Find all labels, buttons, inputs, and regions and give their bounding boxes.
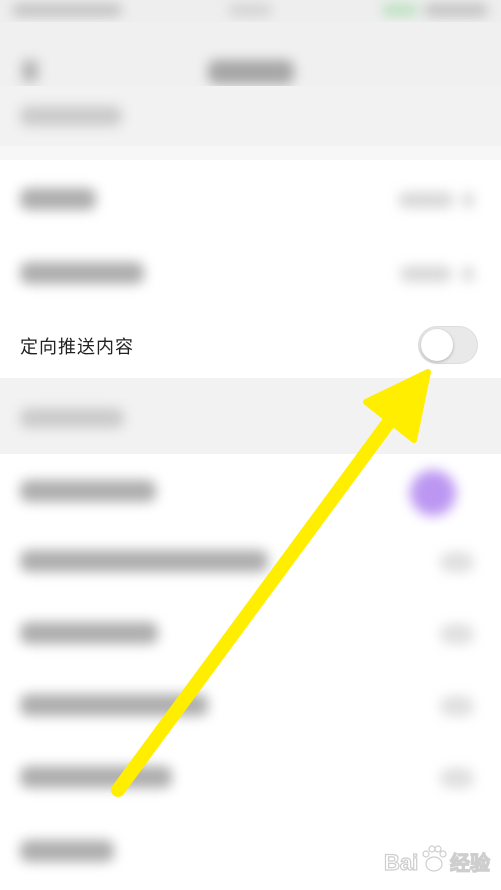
status-bar: [0, 0, 501, 22]
settings-row-7[interactable]: [0, 742, 501, 814]
section-header-2-label: [20, 408, 124, 428]
settings-row-6-label: [20, 694, 208, 716]
settings-row-4[interactable]: [0, 526, 501, 598]
settings-row-2-label: [20, 262, 144, 284]
toggle-knob: [421, 329, 453, 361]
page-title: [208, 60, 294, 84]
section-header-2: [0, 378, 501, 454]
chevron-right-icon: [462, 192, 474, 208]
baidu-jingyan-watermark: Bai 经验: [383, 845, 491, 876]
settings-row-7-toggle[interactable]: [440, 768, 474, 788]
settings-row-5-label: [20, 622, 158, 644]
paw-icon: [422, 845, 447, 872]
settings-row-2[interactable]: [0, 236, 501, 312]
settings-row-1-value: [398, 192, 454, 208]
settings-row-6[interactable]: [0, 670, 501, 742]
back-icon[interactable]: [22, 60, 38, 82]
settings-row-5-toggle[interactable]: [440, 624, 474, 644]
status-bar-time: [228, 4, 272, 16]
section-header-1: [0, 86, 501, 146]
svg-text:经验: 经验: [450, 851, 490, 875]
settings-row-1-label: [20, 188, 96, 210]
chevron-right-icon: [462, 266, 474, 282]
settings-row-6-toggle[interactable]: [440, 696, 474, 716]
settings-row-1[interactable]: [0, 160, 501, 236]
battery-icon: [424, 4, 488, 16]
settings-row-7-label: [20, 766, 172, 788]
settings-row-3-toggle[interactable]: [410, 470, 456, 516]
settings-row-8-label: [20, 840, 114, 862]
status-bar-left-info: [12, 4, 122, 16]
settings-row-3-label: [20, 480, 156, 502]
settings-row-2-value: [400, 266, 452, 282]
signal-icon: [382, 5, 418, 15]
targeted-push-label: 定向推送内容: [20, 337, 134, 358]
settings-row-5[interactable]: [0, 598, 501, 670]
section-header-1-label: [20, 106, 122, 126]
svg-text:Bai: Bai: [384, 850, 418, 875]
settings-row-4-toggle[interactable]: [440, 552, 474, 572]
navigation-bar: [0, 22, 501, 86]
settings-row-4-label: [20, 550, 268, 572]
